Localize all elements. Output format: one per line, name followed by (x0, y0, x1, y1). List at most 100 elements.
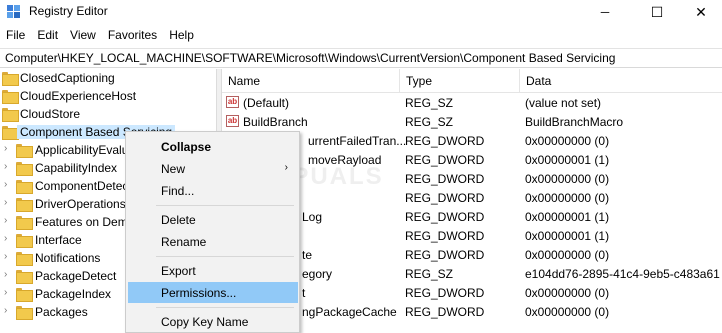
context-menu-delete[interactable]: Delete (128, 209, 298, 230)
value-type: REG_SZ (405, 96, 454, 110)
value-name: ngPackageCache (302, 305, 397, 319)
folder-open-icon (2, 126, 19, 140)
title-bar: Registry Editor ─ ☐ ✕ (0, 0, 722, 24)
context-menu-label: Find... (161, 184, 195, 198)
folder-icon (2, 72, 19, 86)
column-header-data[interactable]: Data (520, 69, 722, 93)
column-header-row: Name Type Data (222, 69, 722, 93)
context-menu-label: Copy Key Name (161, 315, 249, 329)
column-header-type[interactable]: Type (400, 69, 520, 93)
minimize-icon: ─ (600, 5, 610, 19)
tree-item-label: PackageIndex (35, 287, 112, 301)
value-name: BuildBranch (243, 115, 308, 129)
value-name: urrentFailedTran... (308, 134, 407, 148)
value-name: Log (302, 210, 323, 224)
value-data: 0x00000000 (0) (525, 191, 610, 205)
folder-icon (16, 144, 33, 158)
column-header-name[interactable]: Name (222, 69, 400, 93)
tree-item-label: ApplicabilityEvalu (35, 143, 129, 157)
close-icon: ✕ (695, 3, 707, 20)
value-type: REG_DWORD (405, 134, 485, 148)
context-menu-label: Permissions... (161, 286, 237, 300)
expand-chevron-icon[interactable]: › (4, 197, 7, 208)
expand-chevron-icon[interactable]: › (4, 143, 7, 154)
context-menu-label: Collapse (161, 140, 212, 154)
minimize-button[interactable]: ─ (582, 0, 628, 24)
context-menu-export[interactable]: Export (128, 260, 298, 281)
value-type: REG_DWORD (405, 172, 485, 186)
value-type: REG_DWORD (405, 305, 485, 319)
tree-item-cloudexperiencehost[interactable]: CloudExperienceHost (0, 87, 216, 105)
menu-file[interactable]: File (0, 26, 31, 46)
expand-chevron-icon[interactable]: › (4, 233, 7, 244)
maximize-button[interactable]: ☐ (634, 0, 680, 24)
tree-item-label: CloudStore (20, 107, 81, 121)
folder-icon (2, 108, 19, 122)
submenu-arrow-icon: › (284, 162, 288, 173)
tree-item-label: Packages (35, 305, 88, 319)
value-type: REG_DWORD (405, 286, 485, 300)
string-value-icon: ab (226, 115, 239, 127)
expand-chevron-icon[interactable]: › (4, 161, 7, 172)
value-name: t (302, 286, 306, 300)
context-menu-new[interactable]: New › (128, 158, 298, 179)
value-type: REG_DWORD (405, 153, 485, 167)
value-type: REG_DWORD (405, 248, 485, 262)
address-bar[interactable]: Computer\HKEY_LOCAL_MACHINE\SOFTWARE\Mic… (0, 48, 722, 68)
close-button[interactable]: ✕ (678, 0, 722, 24)
tree-item-label: ClosedCaptioning (20, 71, 115, 85)
context-menu-permissions[interactable]: Permissions... (128, 282, 298, 303)
folder-icon (16, 234, 33, 248)
value-data: 0x00000001 (1) (525, 210, 610, 224)
value-data: 0x00000000 (0) (525, 172, 610, 186)
value-data: 0x00000001 (1) (525, 229, 610, 243)
menu-view[interactable]: View (64, 26, 102, 46)
value-row[interactable]: ab BuildBranch REG_SZ BuildBranchMacro (222, 112, 722, 131)
context-menu: Collapse New › Find... Delete Rename Exp… (125, 131, 300, 333)
value-data: 0x00000000 (0) (525, 305, 610, 319)
tree-item-cloudstore[interactable]: CloudStore (0, 105, 216, 123)
menu-edit[interactable]: Edit (31, 26, 64, 46)
folder-icon (16, 306, 33, 320)
tree-item-label: DriverOperations (35, 197, 126, 211)
value-type: REG_SZ (405, 115, 454, 129)
context-menu-label: Rename (161, 235, 207, 249)
value-data: e104dd76-2895-41c4-9eb5-c483a61 (525, 267, 720, 281)
value-type: REG_SZ (405, 267, 454, 281)
value-name: (Default) (243, 96, 290, 110)
tree-item-label: Features on Dem (35, 215, 128, 229)
value-data: BuildBranchMacro (525, 115, 624, 129)
value-data: 0x00000000 (0) (525, 248, 610, 262)
context-menu-label: New (161, 162, 186, 176)
maximize-icon: ☐ (650, 3, 664, 20)
folder-icon (16, 288, 33, 302)
value-row[interactable]: ab (Default) REG_SZ (value not set) (222, 93, 722, 112)
context-menu-label: Delete (161, 213, 196, 227)
context-menu-collapse[interactable]: Collapse (128, 136, 298, 157)
folder-icon (16, 180, 33, 194)
expand-chevron-icon[interactable]: › (4, 287, 7, 298)
expand-chevron-icon[interactable]: › (4, 251, 7, 262)
value-data: 0x00000000 (0) (525, 286, 610, 300)
tree-item-closedcaptioning[interactable]: ClosedCaptioning (0, 69, 216, 87)
expand-chevron-icon[interactable]: › (4, 179, 7, 190)
menu-favorites[interactable]: Favorites (102, 26, 163, 46)
context-menu-label: Export (161, 264, 196, 278)
menu-separator (156, 307, 294, 308)
expand-chevron-icon[interactable]: › (4, 305, 7, 316)
tree-item-label: Interface (35, 233, 82, 247)
value-type: REG_DWORD (405, 229, 485, 243)
tree-item-label: CloudExperienceHost (20, 89, 137, 103)
context-menu-find[interactable]: Find... (128, 180, 298, 201)
expand-chevron-icon[interactable]: › (4, 269, 7, 280)
folder-icon (16, 162, 33, 176)
value-data: (value not set) (525, 96, 602, 110)
menu-help[interactable]: Help (163, 26, 200, 46)
expand-chevron-icon[interactable]: › (4, 215, 7, 226)
tree-item-label: PackageDetect (35, 269, 117, 283)
context-menu-copy-key-name[interactable]: Copy Key Name (128, 311, 298, 332)
value-data: 0x00000000 (0) (525, 134, 610, 148)
menu-separator (156, 205, 294, 206)
tree-item-label: CapabilityIndex (35, 161, 118, 175)
context-menu-rename[interactable]: Rename (128, 231, 298, 252)
